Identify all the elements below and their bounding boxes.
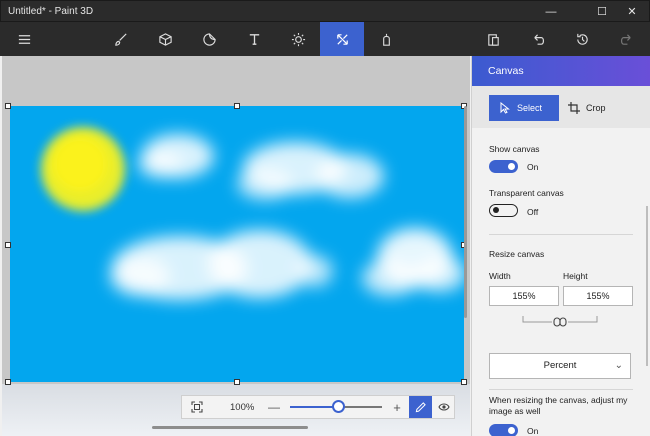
horizontal-scrollbar[interactable] xyxy=(152,426,308,429)
sun-effects-icon[interactable] xyxy=(280,22,316,56)
redo-icon[interactable] xyxy=(608,22,644,56)
cloud-shapes xyxy=(110,134,464,300)
show-canvas-label: Show canvas xyxy=(489,144,540,154)
chevron-down-icon: ⌄ xyxy=(614,360,623,371)
vertical-scrollbar[interactable] xyxy=(464,106,467,318)
canvas-image[interactable] xyxy=(10,106,464,382)
sun-shape xyxy=(41,127,125,211)
minimize-button[interactable]: — xyxy=(535,1,567,23)
crop-icon xyxy=(568,102,580,114)
panel-header: Canvas xyxy=(472,56,650,86)
zoom-out-icon[interactable]: — xyxy=(266,396,282,418)
transparent-canvas-label: Transparent canvas xyxy=(489,188,564,198)
edit-pencil-icon[interactable] xyxy=(409,396,432,418)
workspace[interactable] xyxy=(2,56,470,436)
window-title: Untitled* - Paint 3D xyxy=(8,6,94,17)
zoom-value: 100% xyxy=(230,402,255,413)
select-label: Select xyxy=(517,103,543,113)
adjust-image-toggle[interactable] xyxy=(489,424,518,436)
adjust-image-state: On xyxy=(527,426,539,436)
history-icon[interactable] xyxy=(564,22,600,56)
unit-dropdown[interactable]: Percent ⌄ xyxy=(489,353,631,379)
select-button[interactable]: Select xyxy=(489,95,559,121)
crop-label: Crop xyxy=(586,103,606,113)
resize-handle-left[interactable] xyxy=(5,242,11,248)
panel-title: Canvas xyxy=(488,65,524,77)
maximize-button[interactable]: ☐ xyxy=(586,1,618,23)
width-label: Width xyxy=(489,271,511,281)
zoom-in-icon[interactable]: + xyxy=(389,396,405,418)
menu-icon[interactable] xyxy=(6,22,42,56)
height-label: Height xyxy=(563,271,588,281)
brush-icon[interactable] xyxy=(103,22,139,56)
lock-aspect-ratio-icon[interactable] xyxy=(520,314,600,330)
resize-handle-bottom[interactable] xyxy=(234,379,240,385)
divider xyxy=(489,234,633,235)
close-button[interactable]: ✕ xyxy=(616,1,648,23)
show-canvas-toggle[interactable] xyxy=(489,160,518,173)
divider xyxy=(489,389,633,390)
zoom-slider-thumb[interactable] xyxy=(331,400,345,413)
resize-handle-bottom-left[interactable] xyxy=(5,379,11,385)
unit-value: Percent xyxy=(543,360,577,371)
transparent-canvas-toggle[interactable] xyxy=(489,204,518,217)
resize-canvas-label: Resize canvas xyxy=(489,249,545,259)
height-input[interactable]: 155% xyxy=(563,286,633,306)
panel-scrollbar[interactable] xyxy=(646,206,648,366)
transparent-canvas-state: Off xyxy=(527,207,539,217)
resize-handle-top[interactable] xyxy=(234,103,240,109)
undo-icon[interactable] xyxy=(520,22,556,56)
canvas-panel: Canvas Select Crop Show canvas On Transp… xyxy=(471,56,650,436)
adjust-image-label: When resizing the canvas, adjust my imag… xyxy=(489,395,628,416)
cursor-icon xyxy=(500,102,510,114)
text-icon[interactable] xyxy=(236,22,272,56)
resize-handle-bottom-right[interactable] xyxy=(461,379,467,385)
title-bar: Untitled* - Paint 3D — ☐ ✕ xyxy=(0,0,650,22)
show-canvas-state: On xyxy=(527,162,539,172)
fit-to-screen-icon[interactable] xyxy=(186,396,208,418)
paste-icon[interactable] xyxy=(475,22,511,56)
main-toolbar xyxy=(0,22,650,56)
view-eye-icon[interactable] xyxy=(432,396,455,418)
canvas-resize-icon[interactable] xyxy=(320,22,364,56)
crop-button[interactable]: Crop xyxy=(564,95,634,121)
sticker-icon[interactable] xyxy=(191,22,227,56)
zoom-slider-fill xyxy=(290,406,338,408)
resize-handle-top-left[interactable] xyxy=(5,103,11,109)
zoom-slider[interactable] xyxy=(290,400,382,413)
library-icon[interactable] xyxy=(368,22,404,56)
zoom-bar: 100% — + xyxy=(181,395,455,419)
width-input[interactable]: 155% xyxy=(489,286,559,306)
cube-icon[interactable] xyxy=(147,22,183,56)
